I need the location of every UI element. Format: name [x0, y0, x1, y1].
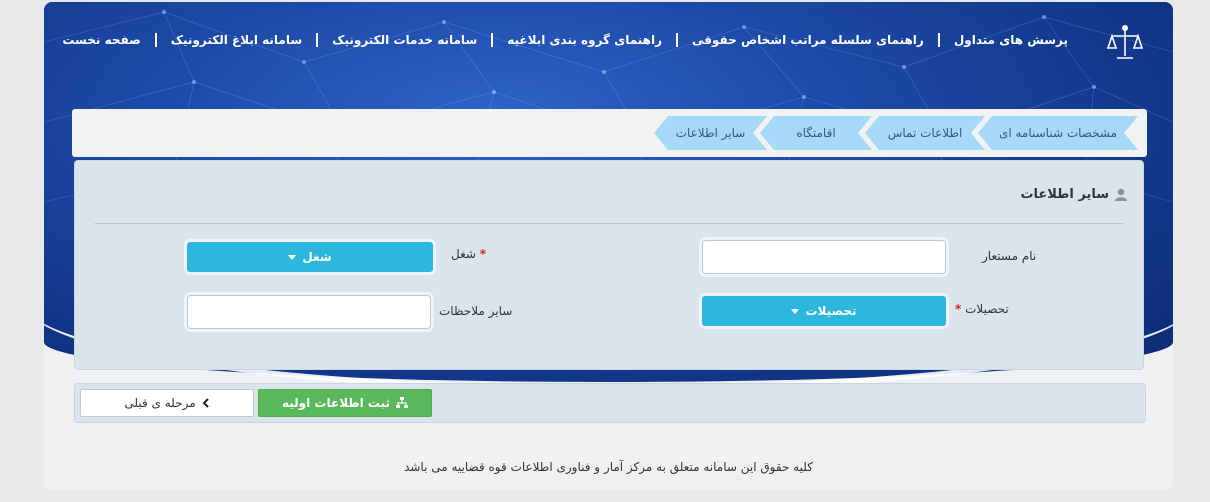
steps-bar: مشخصات شناسنامه ای اطلاعات تماس اقامتگاه… [72, 109, 1147, 157]
step-other-info[interactable]: سایر اطلاعات [654, 116, 767, 150]
step-identity-info[interactable]: مشخصات شناسنامه ای [978, 116, 1138, 150]
required-mark: * [955, 302, 962, 316]
education-select[interactable]: تحصیلات [702, 296, 946, 326]
divider [95, 223, 1123, 224]
panel-title-text: سایر اطلاعات [1020, 187, 1109, 202]
step-residence[interactable]: اقامتگاه [760, 116, 872, 150]
nav-home[interactable]: صفحه نخست [62, 33, 140, 47]
submit-label: ثبت اطلاعات اولیه [282, 396, 391, 410]
job-label-text: شغل [451, 247, 476, 261]
other-info-panel: سایر اطلاعات نام مستعار شغل * شغل * تحصی… [74, 160, 1144, 370]
job-label: شغل * [451, 247, 486, 261]
alias-label: نام مستعار [982, 249, 1037, 263]
alias-input[interactable] [702, 240, 946, 274]
required-mark: * [479, 247, 487, 261]
nav-notice-grouping-guide[interactable]: راهنمای گروه بندی ابلاغیه [507, 33, 662, 47]
main-nav: صفحه نخست سامانه ابلاغ الکترونیک سامانه … [62, 30, 1068, 50]
scales-of-justice-icon [1107, 25, 1143, 59]
notes-label: سایر ملاحظات [439, 304, 513, 318]
nav-separator [676, 33, 678, 47]
step-contact-info[interactable]: اطلاعات تماس [865, 116, 985, 150]
submit-initial-info-button[interactable]: ثبت اطلاعات اولیه [258, 389, 432, 417]
previous-step-button[interactable]: مرحله ی قبلی [80, 389, 254, 417]
page-frame: صفحه نخست سامانه ابلاغ الکترونیک سامانه … [44, 2, 1173, 490]
job-select[interactable]: شغل [187, 242, 433, 272]
panel-title: سایر اطلاعات [1020, 187, 1127, 202]
caret-down-icon [288, 254, 297, 260]
nav-legal-hierarchy-guide[interactable]: راهنمای سلسله مراتب اشخاص حقوقی [692, 33, 924, 47]
nav-faq[interactable]: پرسش های متداول [954, 33, 1068, 47]
nav-separator [316, 33, 319, 47]
nav-separator [937, 33, 940, 47]
action-bar: ثبت اطلاعات اولیه مرحله ی قبلی [74, 383, 1146, 423]
education-select-value: تحصیلات [805, 304, 857, 318]
notes-input[interactable] [187, 295, 431, 329]
user-icon [1115, 188, 1127, 201]
education-label-text: تحصیلات [965, 302, 1009, 316]
nav-separator [491, 33, 494, 47]
job-select-value: شغل [302, 250, 332, 264]
sitemap-icon [396, 397, 409, 408]
nav-e-services[interactable]: سامانه خدمات الکترونیک [332, 33, 477, 47]
nav-e-notification[interactable]: سامانه ابلاغ الکترونیک [171, 33, 302, 47]
previous-label: مرحله ی قبلی [124, 396, 196, 410]
nav-separator [154, 33, 157, 47]
footer-copyright: کلیه حقوق این سامانه متعلق به مرکز آمار … [404, 460, 813, 474]
caret-down-icon [791, 308, 800, 314]
chevron-left-icon [202, 398, 209, 408]
education-label: * تحصیلات [955, 302, 1009, 316]
